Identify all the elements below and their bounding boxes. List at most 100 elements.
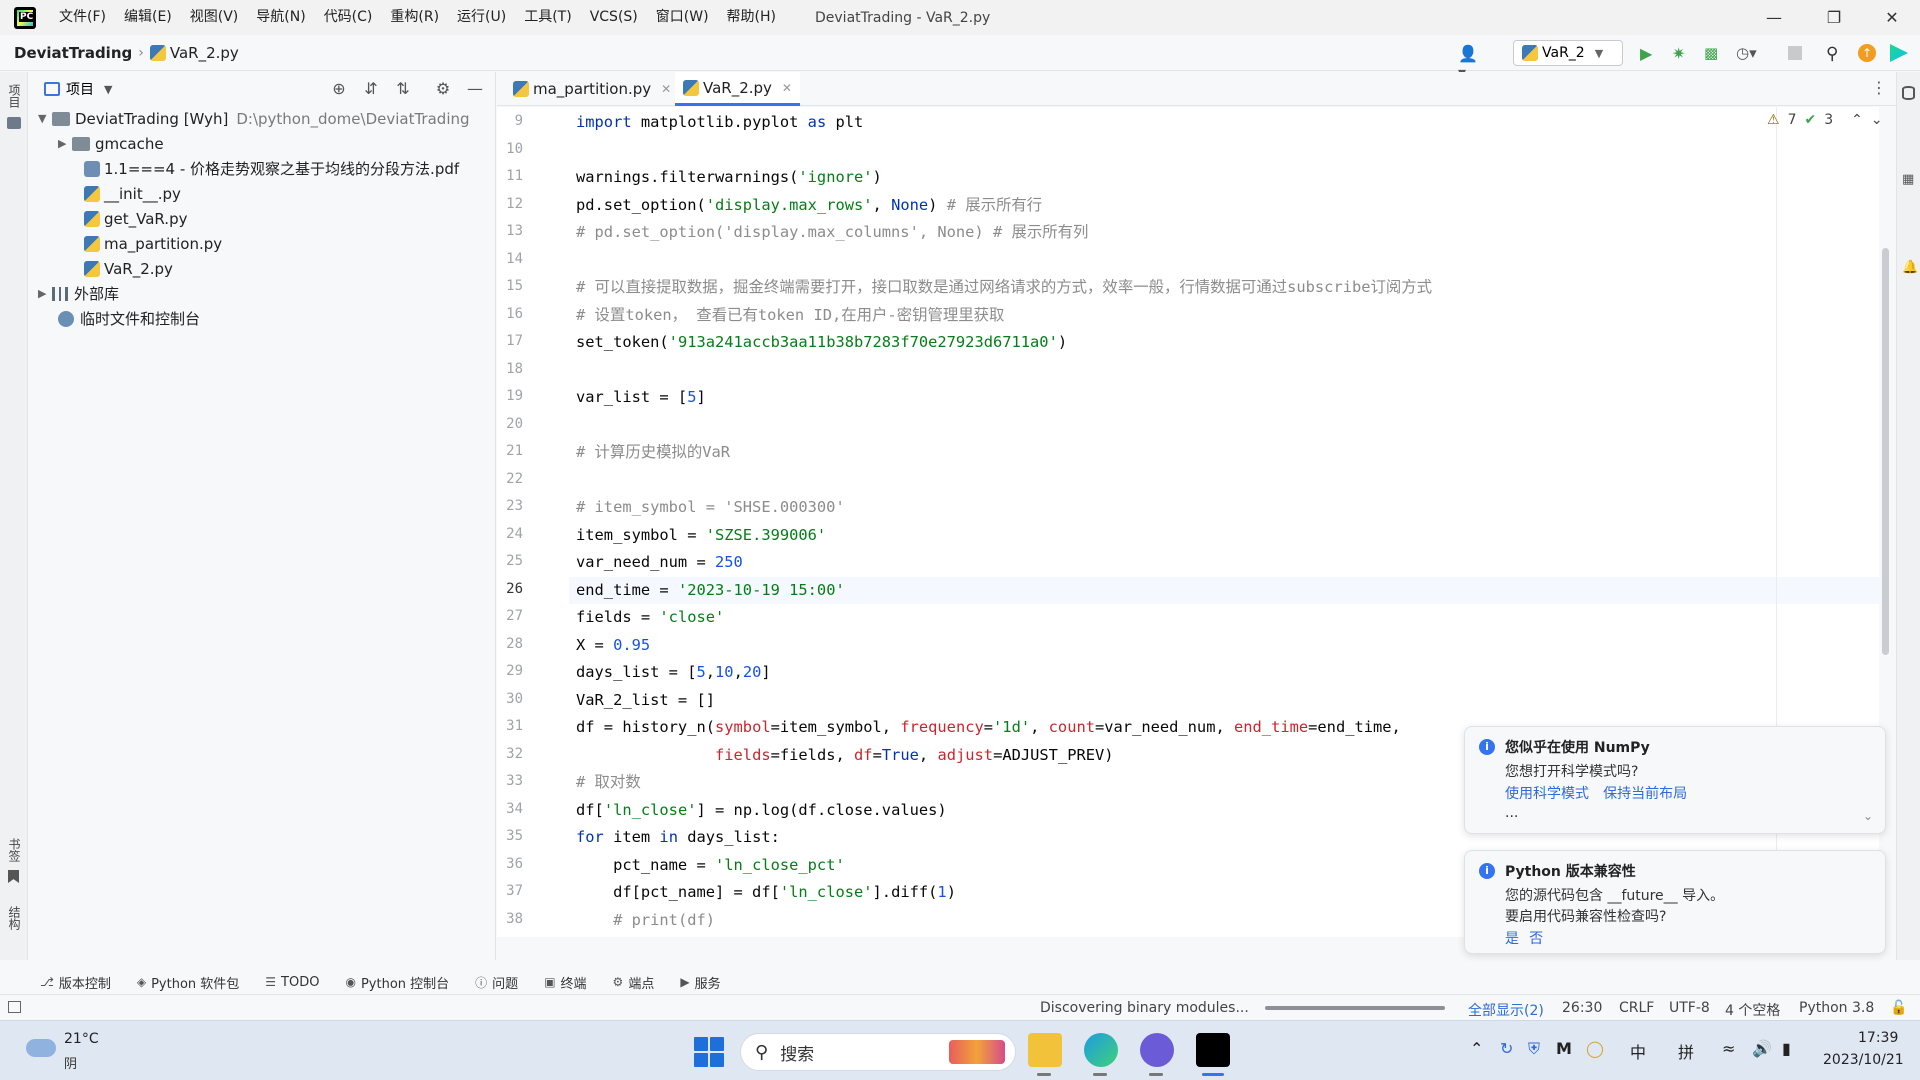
code-line[interactable]: # item_symbol = 'SHSE.000300': [576, 494, 845, 521]
jetbrains-toolbox-icon[interactable]: [1890, 44, 1908, 62]
cloud-icon[interactable]: [26, 1039, 56, 1057]
tool-endpoints[interactable]: ⚙ 端点: [613, 973, 655, 992]
gear-icon[interactable]: ⚙: [434, 80, 452, 98]
tab-ma-partition[interactable]: ma_partition.py ✕: [505, 72, 679, 106]
chevron-down-icon[interactable]: ▼: [38, 112, 52, 125]
clock-date[interactable]: 2023/10/21: [1823, 1052, 1904, 1068]
code-line[interactable]: for item in days_list:: [576, 824, 780, 851]
tree-item-root[interactable]: ▼ DeviatTrading [Wyh] D:\python_dome\Dev…: [38, 106, 470, 131]
volume-icon[interactable]: 🔊: [1752, 1039, 1772, 1058]
next-highlight-icon[interactable]: ⌄: [1871, 112, 1883, 128]
background-task-progress[interactable]: [1265, 1006, 1445, 1010]
menu-item[interactable]: 重构(R): [381, 0, 448, 35]
restore-icon[interactable]: ❐: [1804, 0, 1864, 35]
menu-item[interactable]: 帮助(H): [718, 0, 785, 35]
windows-start-icon[interactable]: [694, 1037, 724, 1067]
code-line[interactable]: warnings.filterwarnings('ignore'): [576, 164, 882, 191]
tree-item-external-libraries[interactable]: ▶ 外部库: [38, 281, 119, 306]
tool-terminal[interactable]: ▣ 终端: [544, 973, 586, 992]
bookmarks-tool-button[interactable]: 书签: [6, 838, 23, 862]
use-scientific-mode-link[interactable]: 使用科学模式: [1505, 786, 1589, 802]
line-ending[interactable]: CRLF: [1619, 1000, 1654, 1016]
code-line[interactable]: pct_name = 'ln_close_pct': [576, 852, 845, 879]
code-line[interactable]: # pd.set_option('display.max_columns', N…: [576, 219, 1088, 246]
pycharm-taskbar-icon[interactable]: [1196, 1033, 1230, 1067]
chevron-right-icon[interactable]: ▶: [58, 137, 72, 150]
breadcrumb-file[interactable]: VaR_2.py: [170, 44, 239, 62]
menu-item[interactable]: 代码(C): [315, 0, 382, 35]
code-line[interactable]: df[pct_name] = df['ln_close'].diff(1): [576, 879, 956, 906]
wifi-icon[interactable]: ≈: [1722, 1039, 1735, 1058]
tool-services[interactable]: ▶ 服务: [680, 973, 720, 992]
taskbar-search[interactable]: ⚲ 搜索: [740, 1033, 1016, 1071]
file-explorer-icon[interactable]: [1028, 1033, 1062, 1067]
code-line[interactable]: days_list = [5,10,20]: [576, 659, 771, 686]
caret-position[interactable]: 26:30: [1562, 1000, 1602, 1016]
database-icon[interactable]: [1902, 86, 1915, 100]
locate-icon[interactable]: ⊕: [330, 80, 348, 98]
coverage-icon[interactable]: ▩: [1704, 44, 1722, 62]
code-line[interactable]: # 计算历史模拟的VaR: [576, 439, 730, 466]
no-link[interactable]: 否: [1529, 931, 1543, 947]
previous-highlight-icon[interactable]: ⌃: [1851, 112, 1863, 128]
more-options-icon[interactable]: ⋮: [1871, 78, 1887, 97]
run-configuration-select[interactable]: VaR_2 ▼: [1513, 40, 1623, 66]
sciview-icon[interactable]: ▦: [1902, 172, 1914, 187]
tool-python-console[interactable]: ◉ Python 控制台: [345, 973, 449, 992]
close-icon[interactable]: ✕: [782, 81, 792, 95]
code-line[interactable]: fields=fields, df=True, adjust=ADJUST_PR…: [576, 742, 1114, 769]
code-line[interactable]: VaR_2_list = []: [576, 687, 715, 714]
clock-time[interactable]: 17:39: [1858, 1030, 1898, 1046]
update-icon[interactable]: ↑: [1858, 44, 1876, 62]
close-icon[interactable]: ✕: [661, 82, 671, 96]
menu-item[interactable]: 窗口(W): [647, 0, 718, 35]
tree-item-gmcache[interactable]: ▶ gmcache: [58, 131, 164, 156]
file-encoding[interactable]: UTF-8: [1669, 1000, 1710, 1016]
tree-item-pdf[interactable]: 1.1===4 - 价格走势观察之基于均线的分段方法.pdf: [84, 156, 459, 181]
code-line[interactable]: set_token('913a241accb3aa11b38b7283f70e2…: [576, 329, 1067, 356]
tool-todo[interactable]: ☰ TODO: [265, 975, 319, 990]
gmail-icon[interactable]: M: [1556, 1039, 1572, 1058]
close-window-icon[interactable]: ✕: [1862, 0, 1920, 35]
structure-tool-button[interactable]: 结构: [6, 906, 23, 930]
menu-item[interactable]: 运行(U): [448, 0, 515, 35]
inspection-widget[interactable]: ⚠ 7 ✔ 3 ⌃ ⌄: [1767, 112, 1883, 128]
chevron-up-icon[interactable]: ⌃: [1470, 1039, 1483, 1058]
tree-item-var2[interactable]: VaR_2.py: [84, 256, 173, 281]
notifications-icon[interactable]: 🔔: [1902, 260, 1918, 275]
tool-version-control[interactable]: ⎇ 版本控制: [40, 973, 111, 992]
pycharm-logo-icon[interactable]: [14, 6, 36, 29]
code-line[interactable]: var_list = [5]: [576, 384, 706, 411]
weather-description[interactable]: 阴: [64, 1053, 77, 1072]
edge-browser-icon[interactable]: [1084, 1033, 1118, 1067]
chevron-down-icon[interactable]: ⌄: [1863, 809, 1873, 823]
code-line[interactable]: pd.set_option('display.max_rows', None) …: [576, 192, 1042, 219]
tree-item-get-var[interactable]: get_VaR.py: [84, 206, 187, 231]
debug-icon[interactable]: ✷: [1672, 44, 1690, 63]
indent-setting[interactable]: 4 个空格: [1725, 1000, 1780, 1020]
expand-all-icon[interactable]: ⇵: [362, 80, 380, 98]
code-line[interactable]: item_symbol = 'SZSE.399006': [576, 522, 826, 549]
menu-item[interactable]: 工具(T): [515, 0, 580, 35]
yes-link[interactable]: 是: [1505, 931, 1519, 947]
sync-icon[interactable]: ↻: [1500, 1039, 1513, 1058]
code-line[interactable]: var_need_num = 250: [576, 549, 743, 576]
tool-problems[interactable]: ⓘ 问题: [475, 973, 518, 992]
tool-python-packages[interactable]: ◈ Python 软件包: [137, 973, 239, 992]
code-line[interactable]: df = history_n(symbol=item_symbol, frequ…: [576, 714, 1401, 741]
code-line[interactable]: import matplotlib.pyplot as plt: [576, 109, 863, 136]
tree-item-ma-partition[interactable]: ma_partition.py: [84, 231, 222, 256]
tree-item-init[interactable]: __init__.py: [84, 181, 181, 206]
toggle-tool-windows-icon[interactable]: [8, 1001, 21, 1013]
python-interpreter[interactable]: Python 3.8: [1799, 1000, 1874, 1016]
code-line[interactable]: fields = 'close': [576, 604, 724, 631]
code-line[interactable]: # 取对数: [576, 769, 641, 796]
chevron-down-icon[interactable]: ▼: [104, 83, 112, 96]
code-line[interactable]: # 可以直接提取数据，掘金终端需要打开，接口取数是通过网络请求的方式，效率一般，…: [576, 274, 1432, 301]
profile-icon[interactable]: ◷▾: [1736, 44, 1757, 62]
menu-item[interactable]: VCS(S): [581, 0, 647, 35]
collapse-all-icon[interactable]: ⇅: [394, 80, 412, 98]
code-line[interactable]: # 设置token， 查看已有token ID,在用户-密钥管理里获取: [576, 302, 1004, 329]
menu-item[interactable]: 导航(N): [247, 0, 314, 35]
menu-item[interactable]: 文件(F): [50, 0, 115, 35]
